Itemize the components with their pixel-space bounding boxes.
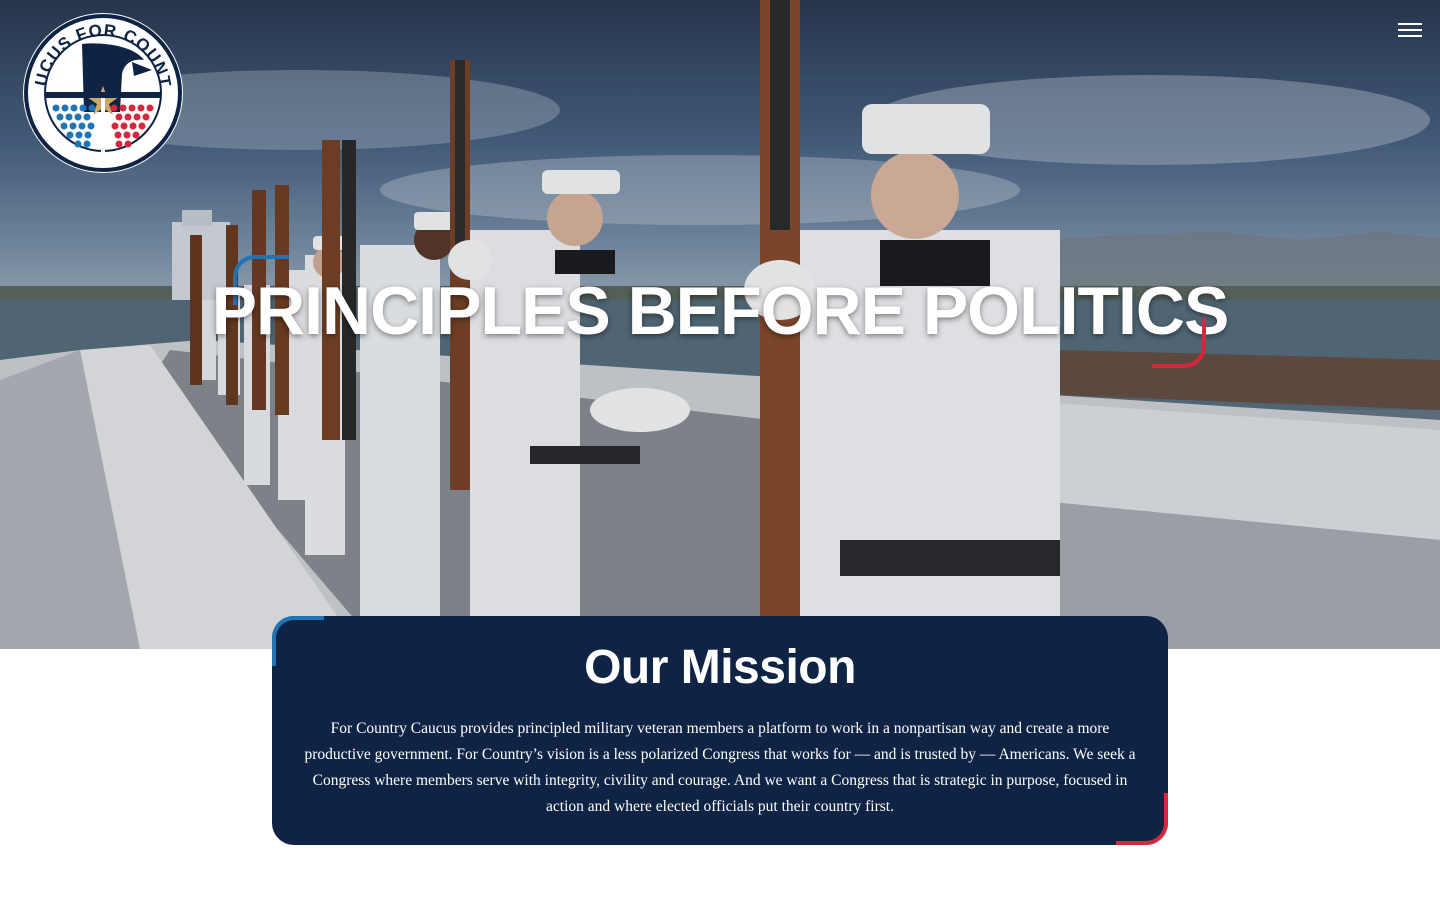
title-bracket-bottom-right [1152, 318, 1206, 368]
hamburger-menu-icon[interactable] [1392, 18, 1426, 42]
mission-bracket-top-left [272, 616, 324, 666]
hero-title: PRINCIPLES BEFORE POLITICS [211, 273, 1230, 349]
hero-section: PRINCIPLES BEFORE POLITICS [0, 0, 1440, 649]
mission-bracket-bottom-right [1116, 793, 1168, 845]
eagle-logo-icon: CAUCUS FOR COUNTRY [15, 0, 183, 173]
site-logo[interactable]: CAUCUS FOR COUNTRY [15, 0, 184, 174]
mission-card: Our Mission For Country Caucus provides … [272, 616, 1168, 845]
mission-heading: Our Mission [584, 641, 856, 694]
mission-body-text: For Country Caucus provides principled m… [304, 720, 1136, 815]
